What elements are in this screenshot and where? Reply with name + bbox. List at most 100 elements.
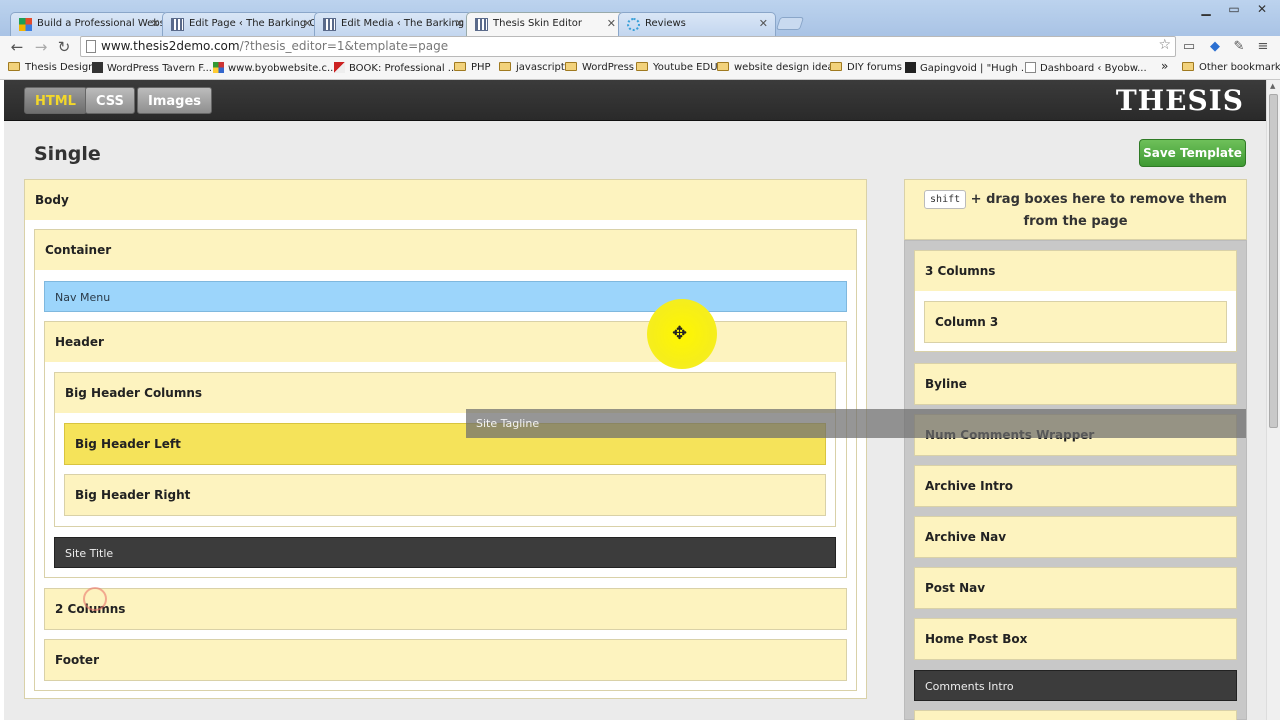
cast-icon[interactable]: ▭ [1180,39,1198,54]
tray-item-label[interactable]: Archive Nav [915,517,1236,557]
images-mode-button[interactable]: Images [137,87,213,114]
forward-arrow-icon[interactable]: → [31,38,51,56]
minimize-icon[interactable]: ▁ [1192,2,1220,16]
browser-toolbar: ← → ↻ www.thesis2demo.com/?thesis_editor… [0,36,1280,58]
dragging-site-tagline[interactable]: Site Tagline [466,409,1246,438]
bookmark-folder[interactable]: WordPress [565,62,634,73]
browser-tab-4-active[interactable]: Thesis Skin Editor ✕ [466,12,624,37]
bookmarks-bar: Thesis Design WordPress Tavern F... www.… [0,58,1280,80]
two-columns-box[interactable]: 2 Columns [44,588,847,630]
new-tab-button[interactable] [775,17,805,30]
byline-box[interactable]: Byline [914,363,1237,405]
comments-intro-element[interactable]: Comments Intro [914,670,1237,701]
header-box-header[interactable]: Header [45,322,846,362]
tray-next-item-partial[interactable] [914,710,1237,720]
footer-box[interactable]: Footer [44,639,847,681]
archive-nav-box[interactable]: Archive Nav [914,516,1237,558]
close-tab-icon[interactable]: ✕ [303,17,312,30]
close-window-icon[interactable]: ✕ [1248,2,1276,16]
tab-title: Edit Media ‹ The Barking C [341,18,472,29]
two-columns-header[interactable]: 2 Columns [45,589,846,629]
page-title: Single [34,143,101,165]
three-columns-header[interactable]: 3 Columns [915,251,1236,291]
folder-icon [499,62,511,71]
post-nav-box[interactable]: Post Nav [914,567,1237,609]
move-cursor-icon: ✥ [672,323,688,344]
html-mode-button[interactable]: HTML [24,87,87,114]
google-sites-icon [19,18,32,31]
bookmark-folder[interactable]: DIY forums [830,62,902,73]
site-title-element[interactable]: Site Title [54,537,836,568]
scrollbar-thumb[interactable] [1269,94,1278,428]
browser-tab-2[interactable]: Edit Page ‹ The Barking Ch ✕ [162,12,320,36]
column-3-box[interactable]: Column 3 [924,301,1227,343]
tray-item-label[interactable]: Byline [915,364,1236,404]
tab-title: Build a Professional Websit [37,18,168,29]
bookmark-star-icon[interactable]: ☆ [1158,37,1171,53]
page-scrollbar[interactable]: ▲ [1266,80,1280,720]
tray-item-label[interactable]: Post Nav [915,568,1236,608]
big-header-columns-header[interactable]: Big Header Columns [55,373,835,413]
scroll-up-icon[interactable]: ▲ [1270,82,1275,90]
bookmark-folder[interactable]: website design ideas [717,62,839,73]
url-host: www.thesis2demo.com [101,39,240,53]
close-tab-icon[interactable]: ✕ [759,17,768,30]
bookmarks-overflow-chevron-icon[interactable]: » [1161,59,1168,73]
footer-header[interactable]: Footer [45,640,846,680]
close-tab-icon[interactable]: ✕ [607,17,616,30]
bookmark-item[interactable]: www.byobwebsite.c... [213,62,336,74]
gapingvoid-icon [905,62,916,73]
extension-icon[interactable]: ◆ [1206,39,1224,54]
click-indicator [83,587,107,611]
removal-tray-hint: shift + drag boxes here to remove them f… [904,179,1247,240]
bookmark-folder[interactable]: javascript [499,62,565,73]
maximize-icon[interactable]: ▭ [1220,2,1248,16]
folder-icon [830,62,842,71]
bookmark-item[interactable]: Dashboard ‹ Byobw... [1025,62,1147,74]
css-mode-button[interactable]: CSS [85,87,135,114]
grid-page-icon [475,18,488,31]
url-path: /?thesis_editor=1&template=page [239,39,449,53]
thesis-header-bar: HTML CSS Images THESIS [4,80,1266,121]
browser-tab-1[interactable]: Build a Professional Websit ✕ [10,12,168,36]
bookmark-folder[interactable]: Youtube EDU [636,62,718,73]
wordpress-tavern-icon [92,62,103,73]
folder-icon [636,62,648,71]
body-box-header[interactable]: Body [25,180,866,220]
wordpress-icon [171,18,184,31]
page-icon [1025,62,1036,73]
tray-item-label[interactable]: Home Post Box [915,619,1236,659]
save-template-button[interactable]: Save Template [1139,139,1246,167]
big-header-right-box[interactable]: Big Header Right [64,474,826,516]
wordpress-icon [323,18,336,31]
back-arrow-icon[interactable]: ← [7,38,27,56]
menu-icon[interactable]: ≡ [1254,39,1272,54]
other-bookmarks[interactable]: Other bookmarks [1182,62,1280,73]
big-header-right-header[interactable]: Big Header Right [65,475,825,515]
address-bar[interactable]: www.thesis2demo.com/?thesis_editor=1&tem… [80,36,1176,57]
eyedropper-icon[interactable]: ✎ [1230,39,1248,54]
reload-icon[interactable]: ↻ [54,38,74,56]
archive-intro-box[interactable]: Archive Intro [914,465,1237,507]
nav-menu-element[interactable]: Nav Menu [44,281,847,312]
container-box-header[interactable]: Container [35,230,856,270]
tray-item-label[interactable]: Archive Intro [915,466,1236,506]
skin-editor-workspace: Single Save Template Body Container Nav … [4,121,1266,720]
page-icon [86,40,96,53]
bookmark-item[interactable]: Gapingvoid | "Hugh ... [905,62,1030,74]
bookmark-item[interactable]: Thesis Design [8,62,95,73]
bookmark-item[interactable]: BOOK: Professional ... [334,62,457,74]
home-post-box-box[interactable]: Home Post Box [914,618,1237,660]
bookmark-folder[interactable]: PHP [454,62,491,73]
close-tab-icon[interactable]: ✕ [151,17,160,30]
column-3-header[interactable]: Column 3 [925,302,1226,342]
loading-icon [627,18,640,31]
close-tab-icon[interactable]: ✕ [455,17,464,30]
browser-tab-5[interactable]: Reviews ✕ [618,12,776,36]
tab-title: Reviews [645,18,686,29]
bookmark-item[interactable]: WordPress Tavern F... [92,62,212,74]
byob-icon [213,62,224,73]
browser-tab-3[interactable]: Edit Media ‹ The Barking C ✕ [314,12,472,36]
folder-icon [1182,62,1194,71]
book-icon [334,62,345,73]
